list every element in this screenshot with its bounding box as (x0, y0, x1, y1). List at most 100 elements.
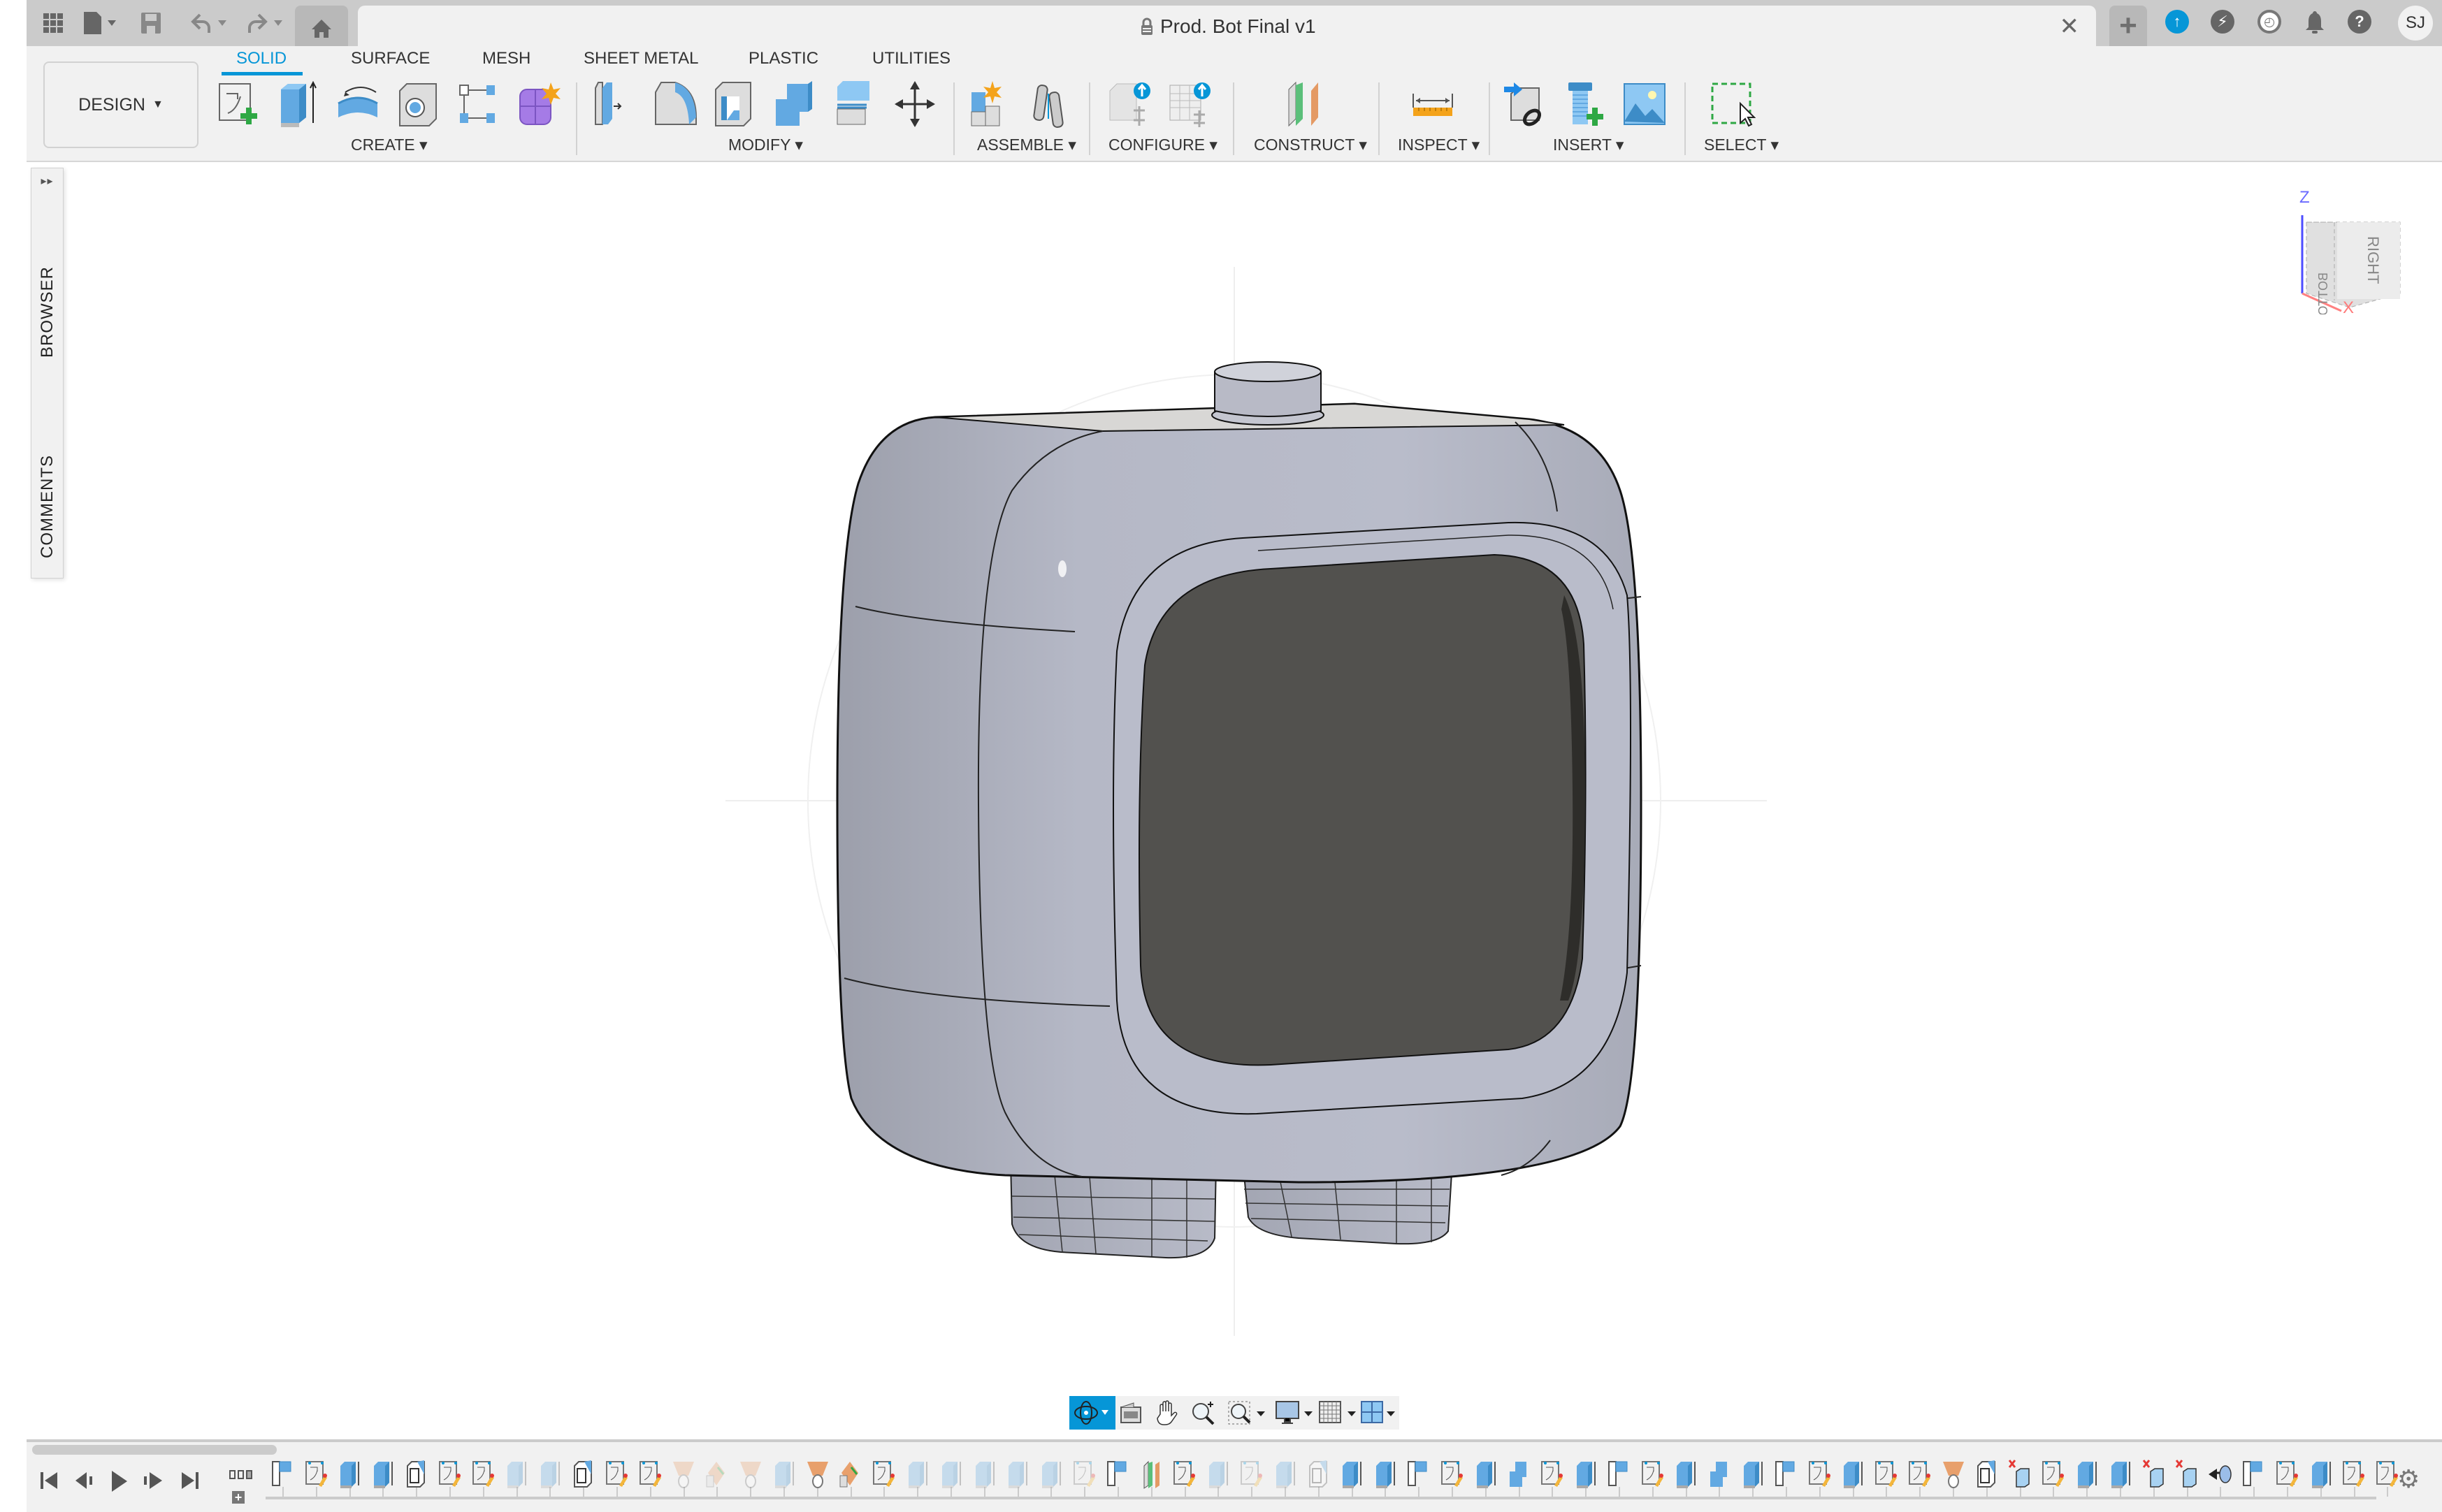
joint-icon[interactable] (1027, 80, 1074, 129)
timeline-feature-remove[interactable] (2169, 1459, 2203, 1490)
shell-icon[interactable] (711, 80, 758, 129)
timeline-feature-extrude[interactable] (1268, 1459, 1301, 1490)
workspace-switcher[interactable]: DESIGN ▼ (43, 61, 198, 148)
timeline-feature-extrude[interactable] (333, 1459, 366, 1490)
save-icon[interactable] (137, 10, 165, 36)
insert-mcmaster-icon[interactable] (1563, 80, 1609, 129)
measure-icon[interactable] (1410, 80, 1457, 129)
inspect-menu[interactable]: INSPECT ▾ (1398, 136, 1480, 154)
timeline-feature-extrude[interactable] (1835, 1459, 1869, 1490)
modify-menu[interactable]: MODIFY ▾ (728, 136, 803, 154)
timeline-feature-extrude[interactable] (1335, 1459, 1368, 1490)
insert-derive-icon[interactable] (1503, 80, 1549, 129)
help-icon[interactable]: ? (2348, 10, 2371, 34)
create-menu[interactable]: CREATE ▾ (351, 136, 428, 154)
grid-settings-icon[interactable] (1318, 1399, 1363, 1430)
display-settings-icon[interactable] (1275, 1399, 1320, 1430)
timeline-feature-shell[interactable] (1970, 1459, 2003, 1490)
history-icon[interactable]: ◴ (2257, 10, 2281, 34)
timeline-feature-component[interactable] (1401, 1459, 1435, 1490)
timeline-feature-split[interactable] (700, 1459, 733, 1490)
timeline-feature-extrude[interactable] (900, 1459, 934, 1490)
timeline-feature-extrude[interactable] (1468, 1459, 1502, 1490)
timeline-feature-loft[interactable] (667, 1459, 700, 1490)
timeline-feature-extrude[interactable] (500, 1459, 533, 1490)
timeline-feature-sketch[interactable] (1168, 1459, 1201, 1490)
close-tab-icon[interactable]: ✕ (2060, 13, 2080, 41)
timeline-feature-extrude[interactable] (1001, 1459, 1034, 1490)
configure-design-icon[interactable] (1106, 80, 1152, 129)
timeline-feature-loft[interactable] (800, 1459, 834, 1490)
extensions-icon[interactable]: ⚡ (2211, 10, 2234, 34)
timeline-feature-extrude[interactable] (2069, 1459, 2103, 1490)
browser-tab[interactable]: BROWSER (31, 266, 63, 358)
construct-menu[interactable]: CONSTRUCT ▾ (1254, 136, 1367, 154)
look-at-icon[interactable] (1118, 1400, 1143, 1429)
pattern-icon[interactable] (456, 80, 502, 129)
insert-canvas-icon[interactable] (1621, 80, 1668, 129)
timeline-feature-sketch[interactable] (1234, 1459, 1268, 1490)
apps-grid-icon[interactable] (39, 10, 67, 36)
timeline-feature-extrude[interactable] (1668, 1459, 1702, 1490)
timeline-feature-extrude[interactable] (767, 1459, 800, 1490)
timeline-feature-loft[interactable] (733, 1459, 767, 1490)
timeline-feature-extrude[interactable] (967, 1459, 1001, 1490)
timeline-feature-loft[interactable] (1936, 1459, 1970, 1490)
timeline-feature-combine[interactable] (1501, 1459, 1535, 1490)
go-to-start-button[interactable] (41, 1471, 59, 1496)
hole-icon[interactable] (396, 80, 442, 129)
tab-plastic[interactable]: PLASTIC (749, 49, 818, 68)
timeline-feature-component[interactable] (1769, 1459, 1802, 1490)
go-to-end-button[interactable] (180, 1471, 198, 1496)
timeline-feature-sketch[interactable] (1802, 1459, 1836, 1490)
window-select-icon[interactable] (1710, 80, 1756, 129)
play-button[interactable] (110, 1471, 129, 1497)
timeline-feature-plane[interactable] (1134, 1459, 1168, 1490)
fillet-icon[interactable] (651, 80, 698, 129)
timeline-feature-sketch[interactable] (2036, 1459, 2069, 1490)
timeline-feature-sketch[interactable] (1535, 1459, 1568, 1490)
timeline-scrollbar[interactable] (32, 1445, 277, 1455)
extrude-icon[interactable] (277, 80, 323, 129)
timeline-feature-shell[interactable] (1301, 1459, 1335, 1490)
step-forward-button[interactable] (144, 1471, 164, 1496)
press-pull-icon[interactable] (593, 80, 639, 129)
tab-mesh[interactable]: MESH (482, 49, 530, 68)
create-sketch-icon[interactable] (217, 80, 263, 129)
comments-tab[interactable]: COMMENTS (31, 455, 63, 558)
redo-icon[interactable] (245, 10, 289, 36)
timeline-feature-sketch[interactable] (466, 1459, 500, 1490)
document-tab[interactable]: Prod. Bot Final v1 ✕ (358, 6, 2096, 46)
timeline-feature-component[interactable] (266, 1459, 299, 1490)
tab-surface[interactable]: SURFACE (351, 49, 430, 68)
expand-panel-icon[interactable]: ▸▸ (31, 174, 63, 188)
timeline-settings-gear-icon[interactable]: ⚙ (2397, 1464, 2420, 1494)
timeline-feature-component[interactable] (2237, 1459, 2270, 1490)
viewports-icon[interactable] (1360, 1399, 1399, 1430)
timeline-feature-extrude[interactable] (934, 1459, 967, 1490)
timeline-feature-extrude[interactable] (1201, 1459, 1234, 1490)
tab-utilities[interactable]: UTILITIES (872, 49, 951, 68)
timeline-feature-sketch[interactable] (1902, 1459, 1936, 1490)
timeline-feature-sketch[interactable] (1435, 1459, 1468, 1490)
file-icon[interactable] (80, 10, 122, 36)
timeline-feature-sketch[interactable] (1635, 1459, 1669, 1490)
zoom-icon[interactable] (1190, 1399, 1218, 1430)
orbit-button[interactable] (1069, 1396, 1115, 1430)
timeline-feature-component[interactable] (1602, 1459, 1635, 1490)
timeline-feature-sketch[interactable] (2270, 1459, 2304, 1490)
job-status-icon[interactable]: ↑ (2165, 10, 2189, 34)
timeline-feature-extrude[interactable] (1034, 1459, 1067, 1490)
configuration-table-icon[interactable] (1166, 80, 1212, 129)
tab-sheet-metal[interactable]: SHEET METAL (584, 49, 698, 68)
insert-menu[interactable]: INSERT ▾ (1553, 136, 1624, 154)
timeline-display-options-icon[interactable] (229, 1470, 253, 1483)
new-component-icon[interactable] (967, 80, 1013, 129)
canvas-viewport[interactable] (27, 162, 2442, 1434)
assemble-menu[interactable]: ASSEMBLE ▾ (977, 136, 1076, 154)
timeline-feature-extrude[interactable] (1735, 1459, 1769, 1490)
undo-icon[interactable] (189, 10, 233, 36)
configure-menu[interactable]: CONFIGURE ▾ (1108, 136, 1218, 154)
timeline-feature-combine[interactable] (1702, 1459, 1735, 1490)
timeline-feature-split[interactable] (834, 1459, 867, 1490)
